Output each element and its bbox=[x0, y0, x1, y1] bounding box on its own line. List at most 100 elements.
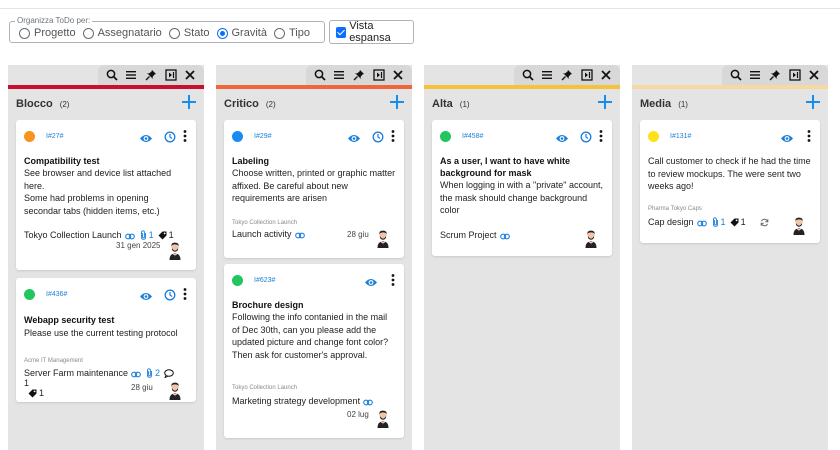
todo-card[interactable]: I#131# Call customer to check if he had t… bbox=[640, 120, 820, 243]
sync-icon[interactable] bbox=[760, 218, 769, 227]
pin-icon[interactable] bbox=[560, 68, 574, 82]
paperclip-icon[interactable] bbox=[146, 368, 153, 378]
radio-circle[interactable] bbox=[273, 27, 285, 39]
todo-card[interactable]: I#29# Labeling Choose written, printed or … bbox=[224, 120, 404, 258]
attachment-count: 1 bbox=[148, 230, 154, 240]
radio-severity[interactable]: Gravità bbox=[216, 27, 267, 39]
eye-icon[interactable] bbox=[139, 131, 153, 142]
radio-circle[interactable] bbox=[19, 27, 30, 39]
pin-icon[interactable] bbox=[144, 68, 158, 82]
tag-icon[interactable] bbox=[28, 389, 37, 398]
close-icon[interactable] bbox=[599, 68, 613, 82]
list-icon[interactable] bbox=[748, 68, 762, 82]
add-card-button[interactable] bbox=[598, 95, 612, 109]
card-header: I#27# bbox=[24, 130, 188, 144]
tag-icon[interactable] bbox=[730, 218, 739, 227]
list-icon[interactable] bbox=[332, 68, 346, 82]
kebab-icon[interactable] bbox=[598, 129, 604, 143]
clock-icon[interactable] bbox=[164, 288, 176, 301]
todo-card[interactable]: I#27# Compatibility test See browser and d… bbox=[16, 120, 196, 270]
todo-card[interactable]: I#623# Brochure design Following the info … bbox=[224, 264, 404, 438]
add-card-button[interactable] bbox=[806, 95, 820, 109]
search-icon[interactable] bbox=[521, 68, 535, 82]
expanded-view-toggle[interactable]: Vista espansa bbox=[329, 20, 414, 44]
tag-count: 1 bbox=[740, 217, 746, 227]
eye-icon[interactable] bbox=[555, 131, 569, 142]
eye-icon[interactable] bbox=[139, 289, 153, 300]
column-count: (2) bbox=[59, 100, 70, 109]
avatar-icon[interactable] bbox=[584, 230, 598, 248]
collapse-icon[interactable] bbox=[788, 68, 802, 82]
radio-circle[interactable] bbox=[168, 27, 180, 39]
avatar-icon[interactable] bbox=[376, 410, 390, 428]
close-icon[interactable] bbox=[807, 68, 821, 82]
radio-label: Assegnatario bbox=[97, 27, 162, 39]
project-name: Acme IT Management bbox=[24, 358, 83, 364]
radio-project[interactable]: Progetto bbox=[19, 27, 76, 39]
pin-icon[interactable] bbox=[352, 68, 366, 82]
card-description: Following the info contanied in the mail… bbox=[232, 312, 389, 360]
column-severity-bar bbox=[216, 85, 412, 89]
column-media: Media (1) I#131# Call customer to check if … bbox=[632, 65, 828, 450]
expanded-view-checkbox[interactable] bbox=[336, 26, 347, 38]
radio-circle-checked[interactable] bbox=[216, 27, 228, 39]
clock-icon[interactable] bbox=[372, 130, 384, 143]
status-dot bbox=[648, 131, 659, 142]
clock-icon[interactable] bbox=[580, 130, 592, 143]
column-title: Media (1) bbox=[640, 98, 688, 110]
link-icon[interactable] bbox=[696, 219, 707, 226]
eye-icon[interactable] bbox=[347, 131, 361, 142]
tag-icon[interactable] bbox=[158, 231, 167, 240]
avatar-icon[interactable] bbox=[168, 382, 182, 400]
avatar-icon[interactable] bbox=[792, 217, 806, 235]
column-alta: Alta (1) I#458# As a user, I want to have w… bbox=[424, 65, 620, 450]
clock-icon[interactable] bbox=[164, 130, 176, 143]
link-icon[interactable] bbox=[499, 232, 510, 239]
search-icon[interactable] bbox=[729, 68, 743, 82]
radio-label: Progetto bbox=[34, 27, 76, 39]
kebab-icon[interactable] bbox=[182, 287, 188, 301]
link-icon[interactable] bbox=[131, 370, 141, 377]
search-icon[interactable] bbox=[105, 68, 119, 82]
close-icon[interactable] bbox=[391, 68, 405, 82]
collapse-icon[interactable] bbox=[372, 68, 386, 82]
due-date: 02 lug bbox=[347, 410, 369, 419]
radio-assignee[interactable]: Assegnatario bbox=[82, 27, 162, 39]
radio-status[interactable]: Stato bbox=[168, 27, 210, 39]
kebab-icon[interactable] bbox=[390, 129, 396, 143]
avatar-icon[interactable] bbox=[376, 230, 390, 248]
column-count: (2) bbox=[265, 100, 276, 109]
eye-icon[interactable] bbox=[780, 131, 794, 142]
kebab-icon[interactable] bbox=[806, 129, 812, 143]
list-icon[interactable] bbox=[124, 68, 138, 82]
paperclip-icon[interactable] bbox=[140, 230, 147, 240]
column-title: Alta (1) bbox=[432, 98, 470, 110]
todo-card[interactable]: I#436# Webapp security test Please use the… bbox=[16, 278, 196, 402]
radio-type[interactable]: Tipo bbox=[273, 27, 310, 39]
avatar-icon[interactable] bbox=[168, 242, 182, 260]
link-icon[interactable] bbox=[294, 231, 305, 238]
pin-icon[interactable] bbox=[768, 68, 782, 82]
card-header: I#131# bbox=[648, 130, 812, 144]
eye-icon[interactable] bbox=[364, 275, 378, 286]
kebab-icon[interactable] bbox=[182, 129, 188, 143]
radio-circle[interactable] bbox=[82, 27, 94, 39]
paperclip-icon[interactable] bbox=[712, 217, 719, 227]
column-blocco: Blocco (2) I#27# Compatibility test See brow… bbox=[8, 65, 204, 450]
collapse-icon[interactable] bbox=[580, 68, 594, 82]
todo-card[interactable]: I#458# As a user, I want to have white ba… bbox=[432, 120, 612, 256]
card-footer-links: Server Farm maintenance 2 1 1 bbox=[24, 368, 188, 398]
add-card-button[interactable] bbox=[182, 95, 196, 109]
link-icon[interactable] bbox=[124, 232, 135, 239]
link-icon[interactable] bbox=[363, 398, 373, 405]
due-date: 28 giu bbox=[131, 383, 153, 392]
list-icon[interactable] bbox=[540, 68, 554, 82]
comment-icon[interactable] bbox=[164, 368, 174, 379]
column-title-text: Blocco bbox=[16, 98, 53, 110]
column-toolbar bbox=[306, 65, 412, 85]
close-icon[interactable] bbox=[183, 68, 197, 82]
kebab-icon[interactable] bbox=[390, 273, 396, 287]
collapse-icon[interactable] bbox=[164, 68, 178, 82]
add-card-button[interactable] bbox=[390, 95, 404, 109]
search-icon[interactable] bbox=[313, 68, 327, 82]
